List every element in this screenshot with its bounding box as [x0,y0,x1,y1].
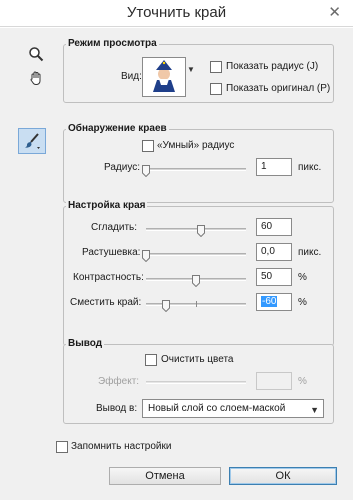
contrast-slider-thumb[interactable] [192,275,200,287]
show-original-checkbox[interactable] [210,83,222,95]
amount-slider-track [146,381,246,384]
output-title: Вывод [66,338,105,349]
shift-edge-unit: % [298,297,307,308]
refine-radius-brush-icon[interactable] [18,128,46,154]
contrast-label: Контрастность: [73,272,144,283]
contrast-input[interactable]: 50 [256,268,292,286]
radius-slider-track[interactable] [146,168,246,171]
zoom-tool-icon[interactable] [24,42,48,66]
shift-edge-value: -60 [261,296,278,307]
feather-input[interactable]: 0,0 [256,243,292,261]
show-radius-checkbox[interactable] [210,61,222,73]
shift-edge-label: Сместить край: [70,297,142,308]
decontaminate-checkbox[interactable] [145,354,157,366]
view-dropdown-arrow[interactable]: ▼ [187,65,197,79]
view-mode-title: Режим просмотра [66,38,159,49]
shift-edge-input[interactable]: -60 [256,293,292,311]
output-to-value: Новый слой со слоем-маской [148,403,286,414]
remember-settings-checkbox[interactable] [56,441,68,453]
view-thumbnail[interactable] [142,57,186,97]
smooth-slider-track[interactable] [146,228,246,231]
amount-label: Эффект: [98,376,140,387]
output-to-label: Вывод в: [96,403,138,414]
view-mode-group [63,44,334,103]
view-label: Вид: [121,71,142,82]
adjust-edge-title: Настройка края [66,200,148,211]
feather-unit: пикс. [298,247,322,258]
view-preview-icon [143,58,185,96]
radius-unit: пикс. [298,162,322,173]
remember-settings-label: Запомнить настройки [71,441,172,452]
amount-unit: % [298,376,307,387]
contrast-unit: % [298,272,307,283]
show-radius-label: Показать радиус (J) [226,61,319,72]
smooth-input[interactable]: 60 [256,218,292,236]
feather-label: Растушевка: [82,247,141,258]
ok-button[interactable]: ОК [229,467,337,485]
close-icon[interactable]: ✕ [328,3,341,21]
amount-input [256,372,292,390]
radius-label: Радиус: [104,162,140,173]
smart-radius-label: «Умный» радиус [157,140,235,151]
edge-detection-title: Обнаружение краев [66,123,169,134]
cancel-button[interactable]: Отмена [109,467,221,485]
smooth-slider-thumb[interactable] [197,225,205,237]
smooth-label: Сгладить: [91,222,138,233]
output-to-select[interactable]: Новый слой со слоем-маской ▼ [142,399,324,418]
window-title: Уточнить край [126,4,227,21]
chevron-down-icon: ▼ [310,405,319,415]
decontaminate-label: Очистить цвета [161,354,234,365]
feather-slider-thumb[interactable] [142,250,150,262]
hand-tool-icon[interactable] [24,66,48,90]
radius-input[interactable]: 1 [256,158,292,176]
show-original-label: Показать оригинал (P) [226,83,331,94]
shift-edge-slider-thumb[interactable] [162,300,170,312]
feather-slider-track[interactable] [146,253,246,256]
smart-radius-checkbox[interactable] [142,140,154,152]
radius-slider-thumb[interactable] [142,165,150,177]
dialog-body: Режим просмотра Вид: ▼ Показать радиус (… [0,28,353,500]
shift-edge-center-tick [196,301,197,307]
title-bar: Уточнить край ✕ [0,0,353,27]
